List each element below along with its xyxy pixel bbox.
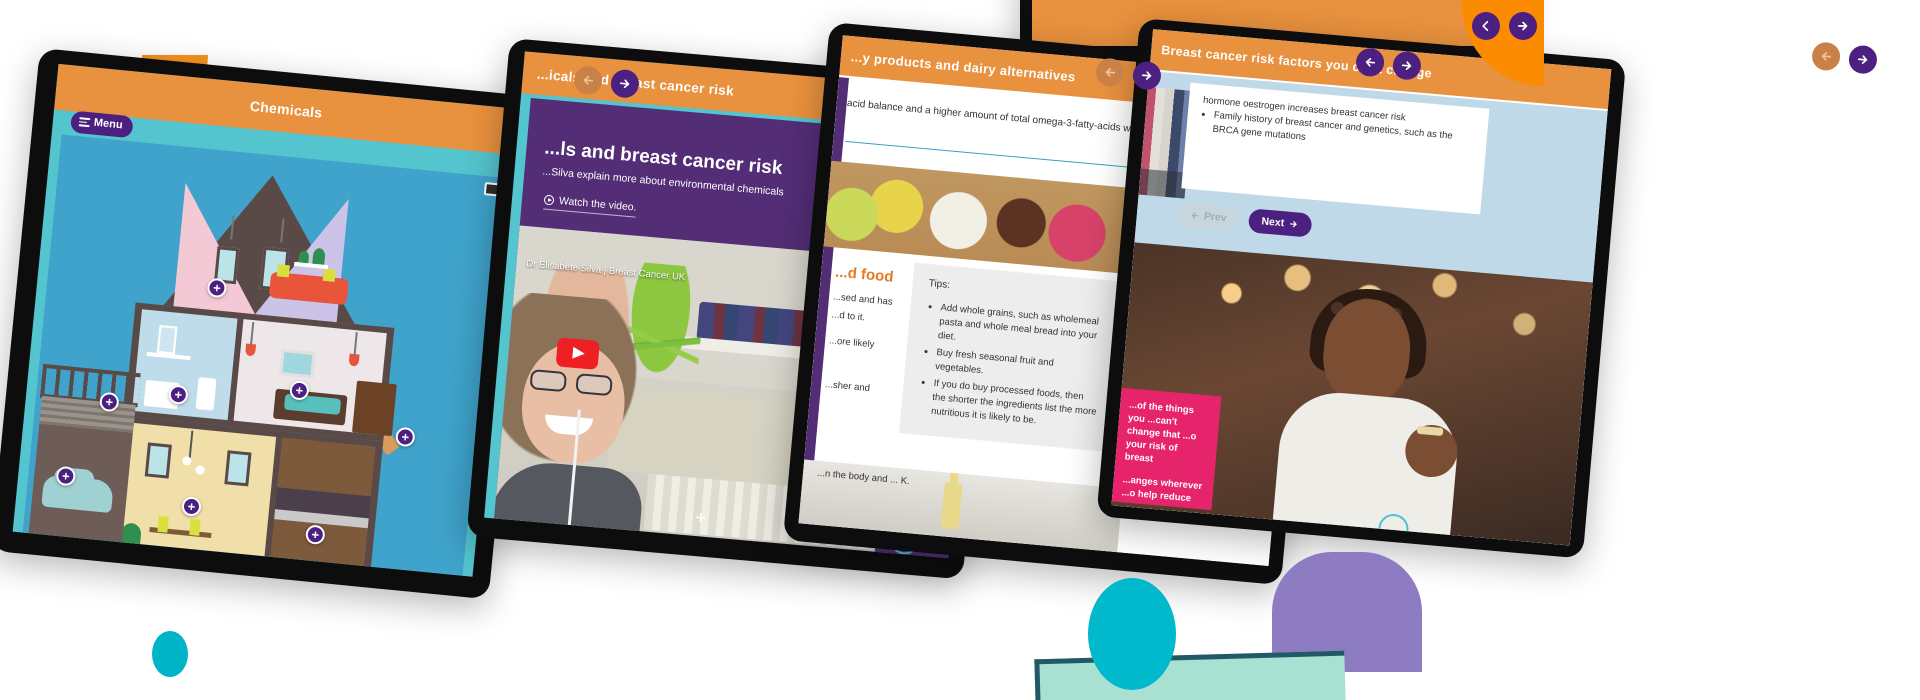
menu-button[interactable]: Menu xyxy=(69,110,134,139)
prev-button[interactable]: Prev xyxy=(1176,202,1241,232)
pink-callout-line: ...of the things you ...can't change tha… xyxy=(1124,399,1197,465)
nav-arrows-risk-factors[interactable] xyxy=(1810,41,1879,75)
header-title-chemicals: Chemicals xyxy=(249,97,324,121)
next-arrow-button-top[interactable] xyxy=(1509,12,1537,40)
top-nav-arrows[interactable] xyxy=(1472,12,1537,40)
watch-video-link[interactable]: Watch the video. xyxy=(543,193,638,218)
pink-callout-box: ...of the things you ...can't change tha… xyxy=(1111,387,1222,511)
device-frame-risk-factors: Breast cancer risk factors you can't cha… xyxy=(1096,18,1627,559)
teal-circle-decoration-small xyxy=(152,631,188,677)
house-dining-chair-2 xyxy=(189,518,201,536)
house-dining-chair-1 xyxy=(157,515,169,533)
tips-title: Tips: xyxy=(928,278,951,291)
mint-rectangle-decoration xyxy=(1034,650,1346,700)
prev-arrow-button-dairy[interactable] xyxy=(1354,47,1386,78)
next-button[interactable]: Next xyxy=(1247,208,1313,238)
video-person xyxy=(494,262,674,552)
dairy-paragraph: ...sed and has xyxy=(832,291,894,308)
photo-person xyxy=(1269,284,1474,539)
device-frame-chemicals: Chemicals Menu + + + + + + + + xyxy=(0,48,538,600)
dairy-paragraph: ...d to it. xyxy=(830,309,866,324)
screen-risk-factors: Breast cancer risk factors you can't cha… xyxy=(1111,29,1612,546)
pagination-controls[interactable]: Prev Next xyxy=(1176,202,1313,238)
house-window-living-1 xyxy=(144,442,172,479)
bottle-illustration xyxy=(940,482,963,530)
next-arrow-button-risk-factors[interactable] xyxy=(1847,44,1879,75)
header-title-dairy: ...y products and dairy alternatives xyxy=(850,48,1077,84)
house-bathroom-mirror xyxy=(156,324,178,355)
nav-arrows-dairy[interactable] xyxy=(1354,47,1423,81)
prev-arrow-button-chemicals-risk[interactable] xyxy=(1094,57,1126,88)
watch-video-label: Watch the video. xyxy=(558,194,638,214)
hamburger-icon xyxy=(78,115,91,129)
dairy-paragraph: ...ore likely xyxy=(828,335,875,351)
house-window-living-2 xyxy=(224,450,252,487)
dairy-paragraph: ...sher and xyxy=(824,379,871,395)
tips-box: Tips: Add whole grains, such as wholemea… xyxy=(899,262,1126,453)
play-circle-icon xyxy=(543,194,555,206)
prev-arrow-button-chemicals[interactable] xyxy=(572,65,604,96)
tips-list: Add whole grains, such as wholemeal past… xyxy=(930,301,1106,434)
screen-chemicals: Chemicals Menu + + + + + + + + xyxy=(12,63,519,577)
house-plant-attic-1 xyxy=(298,250,310,264)
nav-arrows-chemicals[interactable] xyxy=(572,65,641,99)
plus-icon-bottom: + xyxy=(693,506,708,530)
house-toilet xyxy=(195,377,217,411)
lifestyle-photo: ...of the things you ...can't change tha… xyxy=(1111,242,1593,546)
next-arrow-button-chemicals[interactable] xyxy=(609,68,641,99)
house-illustration: + + + + + + + + xyxy=(22,134,502,576)
risk-factors-body: hormone oestrogen increases breast cance… xyxy=(1111,71,1608,546)
teal-circle-decoration-large xyxy=(1088,578,1176,690)
next-arrow-button-chemicals-risk[interactable] xyxy=(1131,60,1163,91)
prev-arrow-button-top[interactable] xyxy=(1472,12,1500,40)
house-plant-attic-2 xyxy=(312,247,326,265)
dairy-section-heading: ...d food xyxy=(834,263,895,286)
prev-button-label: Prev xyxy=(1203,210,1228,225)
pink-callout-line: ...anges wherever ...o help reduce your xyxy=(1119,474,1203,511)
prev-arrow-button-risk-factors[interactable] xyxy=(1810,41,1842,72)
nav-arrows-chemicals-risk[interactable] xyxy=(1094,57,1163,91)
next-button-label: Next xyxy=(1260,215,1285,230)
menu-button-label: Menu xyxy=(93,117,124,132)
house-wardrobe xyxy=(351,380,397,437)
food-photo xyxy=(823,160,1145,275)
screenshot-stage: ...situation Chemicals Menu xyxy=(0,0,1920,700)
risk-factors-card: hormone oestrogen increases breast cance… xyxy=(1181,82,1490,215)
next-arrow-button-dairy[interactable] xyxy=(1391,50,1423,81)
house-picture-frame xyxy=(279,349,316,379)
youtube-play-button[interactable] xyxy=(555,337,600,370)
